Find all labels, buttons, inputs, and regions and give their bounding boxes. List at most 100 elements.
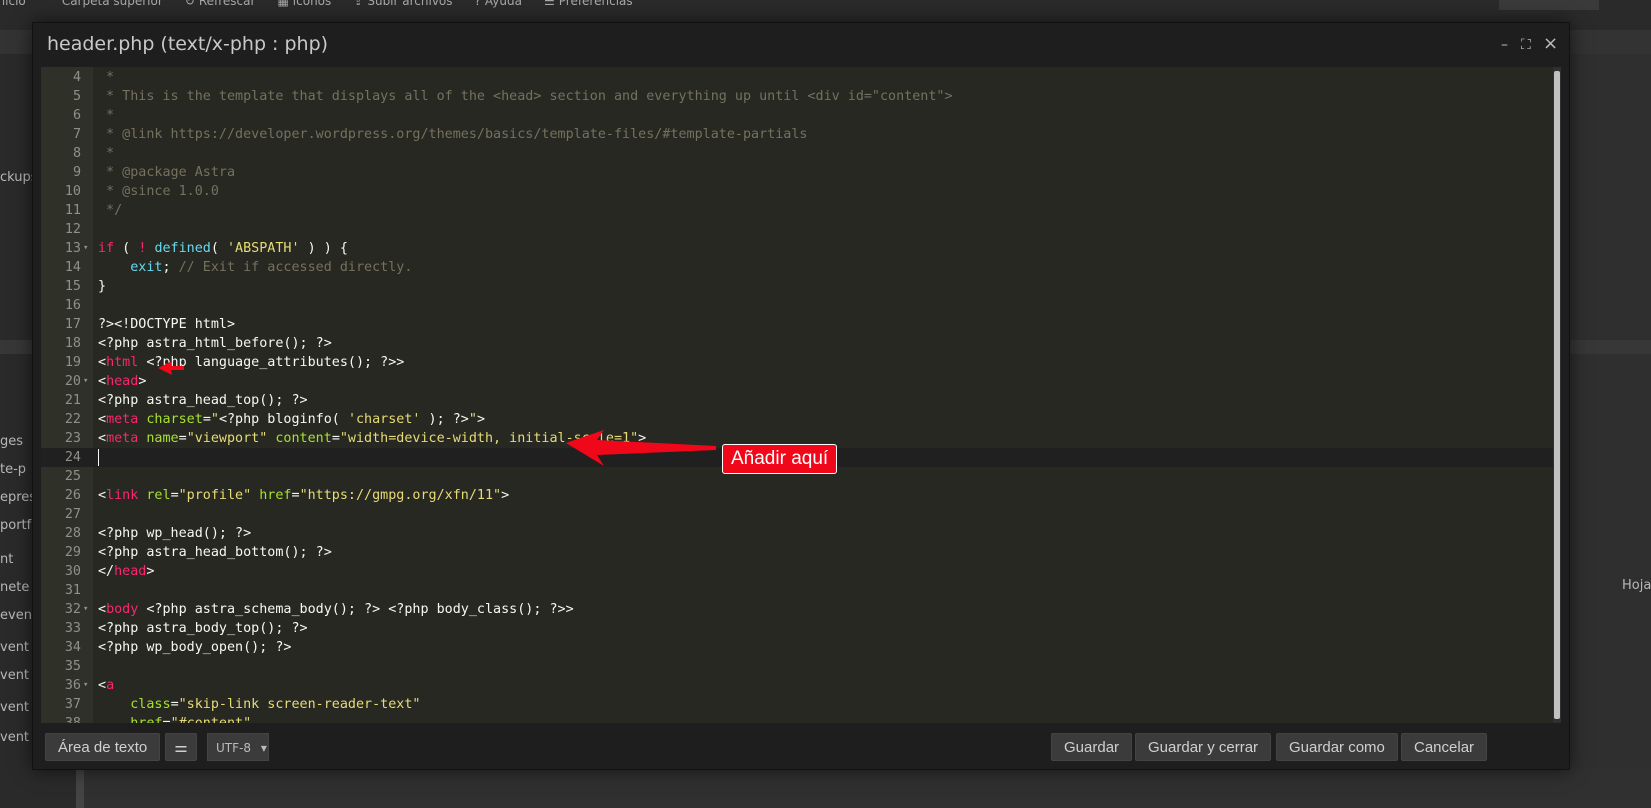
toolbar-help[interactable]: ? Ayuda [475,0,522,8]
code-text: <meta charset="<?php bloginfo( 'charset'… [98,410,485,429]
code-line[interactable]: 33 <?php astra_body_top(); ?> [41,619,1553,638]
toolbar-upload[interactable]: ⇪ Subir archivos [353,0,452,8]
toolbar-parent-folder[interactable]: ⌃ Carpeta superior [48,0,163,8]
code-text: * @package Astra [98,163,235,182]
code-line[interactable]: 16 [41,296,1553,315]
code-line[interactable]: 13 ▾ if ( ! defined( 'ABSPATH' ) ) { [41,239,1553,258]
save-and-close-button[interactable]: Guardar y cerrar [1135,733,1272,761]
line-number: 21 [64,393,81,408]
save-as-button[interactable]: Guardar como [1276,733,1398,761]
line-number: 4 [72,70,81,85]
code-token: */ [98,203,123,218]
toolbar-preferences[interactable]: ⚌ Preferencias [544,0,633,8]
line-number: 14 [64,260,81,275]
code-line[interactable]: 36 ▾ <a [41,676,1553,695]
code-line[interactable]: 10 * @since 1.0.0 [41,182,1553,201]
encoding-value: UTF-8 [216,741,251,755]
code-line[interactable]: 27 [41,505,1553,524]
text-area-mode-button[interactable]: Área de texto [45,733,161,761]
line-number: 34 [64,640,81,655]
code-line[interactable]: 15} [41,277,1553,296]
code-line[interactable]: 35 [41,657,1553,676]
code-line[interactable]: 5 * This is the template that displays a… [41,87,1553,106]
code-line[interactable]: 38 href="#content" [41,714,1553,723]
code-token: ; [162,260,179,275]
code-line[interactable]: 26 <link rel="profile" href="https://gmpg… [41,486,1553,505]
code-line[interactable]: 19 <html <?php language_attributes(); ?>> [41,353,1553,372]
settings-button[interactable]: ⚌ [165,733,197,761]
code-line[interactable]: 28 <?php wp_head(); ?> [41,524,1553,543]
code-line[interactable]: 4 * [41,68,1553,87]
line-number: 16 [64,298,81,313]
code-token: "#content" [171,716,252,723]
code-line[interactable]: 30 </head> [41,562,1553,581]
minimize-icon[interactable]: – [1501,37,1508,53]
code-token: > [501,488,510,503]
sidebar-item[interactable]: vent [0,700,29,715]
code-token: < [98,488,107,503]
maximize-icon[interactable]: ⛶ [1521,37,1531,53]
sidebar-item[interactable]: epres [0,490,36,505]
code-line[interactable]: 14 exit; // Exit if accessed directly. [41,258,1553,277]
code-line[interactable]: 18 <?php astra_html_before(); ?> [41,334,1553,353]
code-text: <?php astra_html_before(); ?> [98,334,332,353]
code-token: ( [114,241,139,256]
code-token: // Exit if accessed directly. [178,260,413,275]
code-token: </ [98,564,115,579]
toolbar-refresh[interactable]: ↻ Refrescar [185,0,256,8]
line-number: 33 [64,621,81,636]
code-line[interactable]: 20 ▾ <head> [41,372,1553,391]
sliders-icon: ⚌ [543,0,555,8]
code-token: meta [106,412,139,427]
cancel-button[interactable]: Cancelar [1401,733,1488,761]
code-line[interactable]: 22 <meta charset="<?php bloginfo( 'charse… [41,410,1553,429]
sidebar-item[interactable]: vent [0,640,29,655]
code-token: * [98,146,115,161]
code-line[interactable]: 37 class="skip-link screen-reader-text" [41,695,1553,714]
toolbar-home[interactable]: Inicio [0,0,26,8]
toolbar-icons-label: iconos [292,0,332,8]
code-line[interactable]: 29 <?php astra_head_bottom(); ?> [41,543,1553,562]
sidebar-item[interactable]: te-p [0,462,26,477]
scrollbar-thumb[interactable] [1554,71,1560,719]
toolbar-icons-view[interactable]: ▦ iconos [277,0,331,8]
sidebar-item[interactable]: portf [0,518,31,533]
fold-toggle-icon[interactable]: ▾ [83,239,88,258]
code-editor[interactable]: 4 * 5 * This is the template that display… [41,67,1561,723]
code-token: * @since 1.0.0 [98,184,219,199]
close-icon[interactable]: × [1543,33,1558,54]
code-token: = [178,431,187,446]
code-line[interactable]: 11 */ [41,201,1553,220]
code-token: "viewport" [186,431,268,446]
sidebar-item[interactable]: ges [0,434,23,449]
chevron-down-icon: ▾ [260,741,267,755]
code-token: < [98,678,107,693]
fold-toggle-icon[interactable]: ▾ [83,372,88,391]
encoding-select[interactable]: UTF-8 ▾ [207,733,269,761]
fold-toggle-icon[interactable]: ▾ [83,676,88,695]
code-line[interactable]: 7 * @link https://developer.wordpress.or… [41,125,1553,144]
search-input[interactable] [1499,0,1599,10]
code-token: ); ?> [420,412,469,427]
code-line[interactable]: 17 ?><!DOCTYPE html> [41,315,1553,334]
line-number: 27 [64,507,81,522]
code-token: > [638,431,647,446]
code-line[interactable]: 8 * [41,144,1553,163]
code-line[interactable]: 31 [41,581,1553,600]
code-line[interactable]: 21 <?php astra_head_top(); ?> [41,391,1553,410]
code-line[interactable]: 32 ▾ <body <?php astra_schema_body(); ?> <… [41,600,1553,619]
code-line[interactable]: 6 * [41,106,1553,125]
sidebar-item[interactable]: vent [0,668,29,683]
sidebar-item[interactable]: nete [0,580,29,595]
code-line[interactable]: 12 [41,220,1553,239]
sidebar-item[interactable]: vent [0,730,29,745]
sidebar-item[interactable]: nt [0,552,13,567]
code-text: <?php wp_head(); ?> [98,524,251,543]
code-line[interactable]: 34 <?php wp_body_open(); ?> [41,638,1553,657]
code-line[interactable]: 9 * @package Astra [41,163,1553,182]
line-number: 23 [64,431,81,446]
fold-toggle-icon[interactable]: ▾ [83,600,88,619]
save-button[interactable]: Guardar [1051,733,1133,761]
code-token: <?php wp_head(); ?> [98,526,252,541]
